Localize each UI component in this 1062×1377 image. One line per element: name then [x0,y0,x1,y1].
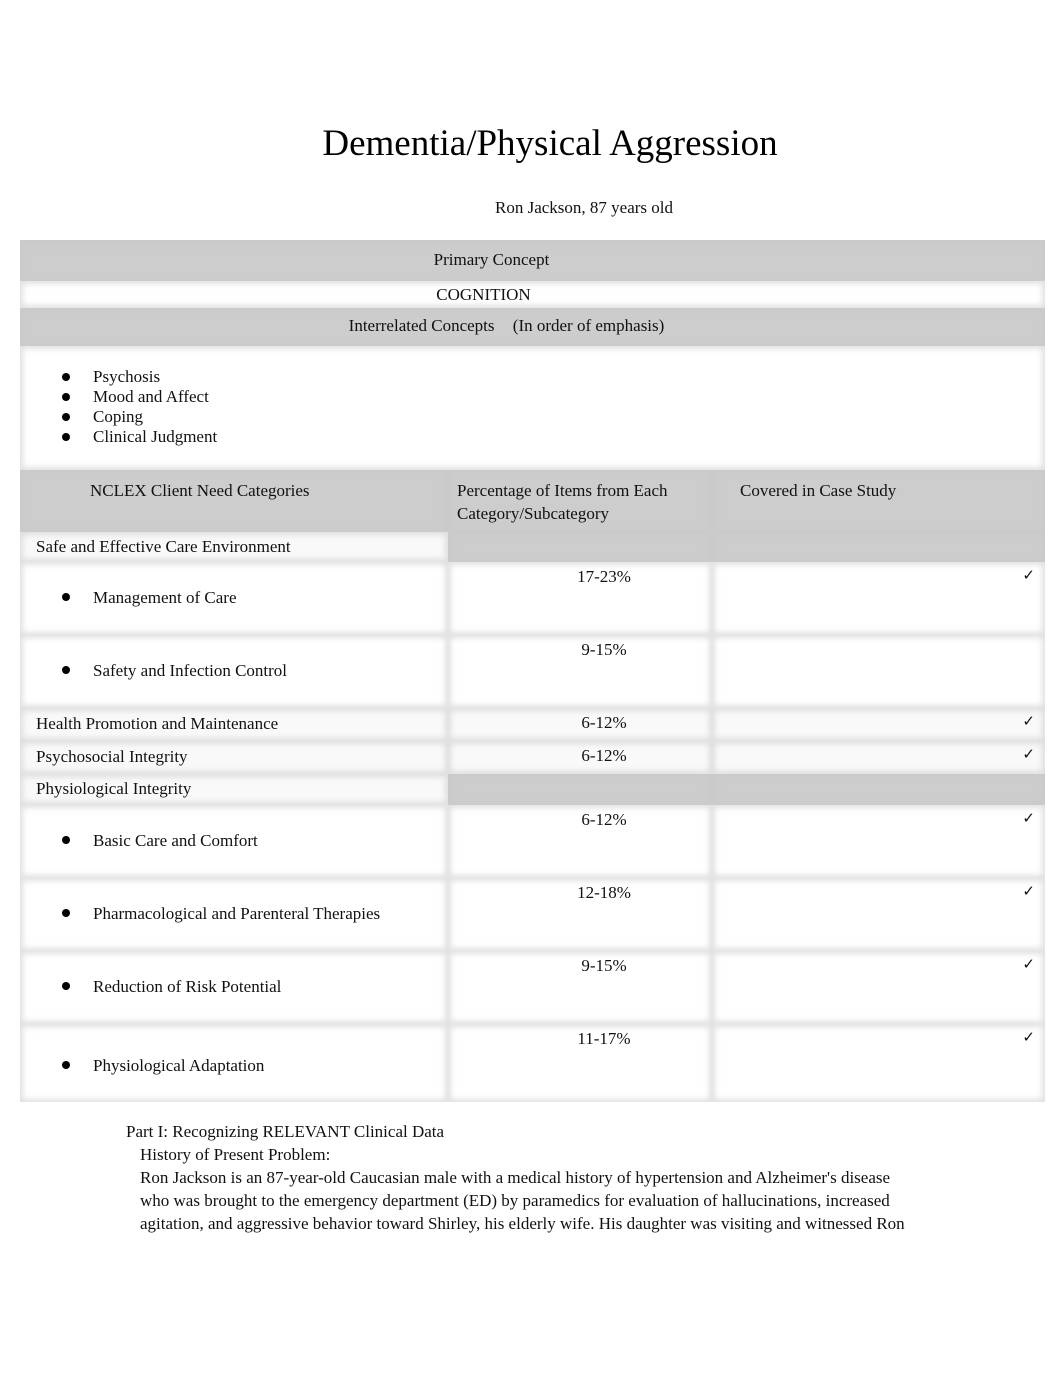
nclex-percentage-value: 12-18% [577,883,631,902]
nclex-subcategory-label: Management of Care [93,588,237,607]
primary-concept-value-cell: COGNITION [20,281,1045,308]
nclex-category-label: Psychosocial Integrity [36,747,188,766]
nclex-subcategory-item: Management of Care [62,586,237,609]
nclex-header-covered: Covered in Case Study [712,470,1045,532]
bullet-icon [62,982,70,990]
nclex-row-percentage-cell: 17-23% [448,562,712,635]
part1-heading: Part I: Recognizing RELEVANT Clinical Da… [126,1122,445,1141]
checkmark-icon: ✓ [1022,1030,1035,1046]
checkmark-icon: ✓ [1022,747,1035,763]
nclex-row-covered-cell: ✓ [712,741,1045,774]
nclex-category-label: Physiological Integrity [36,779,192,798]
nclex-row-covered-cell [712,635,1045,708]
nclex-subcategory-item: Pharmacological and Parenteral Therapies [62,902,380,925]
nclex-row-percentage-cell: 12-18% [448,878,712,951]
nclex-percentage-value: 6-12% [581,810,627,829]
interrelated-concepts-list-cell: Psychosis Mood and Affect Coping Clinica… [20,346,1045,470]
part1-paragraph-line: agitation, and aggressive behavior towar… [140,1214,905,1233]
nclex-row-covered-cell: ✓ [712,805,1045,878]
nclex-percentage-value: 17-23% [577,567,631,586]
primary-concept-value: COGNITION [436,285,531,304]
interrelated-concepts-list: Psychosis Mood and Affect Coping Clinica… [20,367,1045,447]
list-item: Psychosis [20,367,1045,387]
checkmark-icon: ✓ [1022,714,1035,730]
nclex-row-covered-cell: ✓ [712,878,1045,951]
part1-subheading: History of Present Problem: [140,1145,331,1164]
nclex-percentage-value: 6-12% [581,746,627,765]
nclex-row-percentage-cell [448,532,712,562]
nclex-row-label-cell: Health Promotion and Maintenance [20,708,448,741]
nclex-row-percentage-cell [448,774,712,805]
nclex-row-percentage-cell: 9-15% [448,635,712,708]
nclex-row-label-cell: Pharmacological and Parenteral Therapies [20,878,448,951]
checkmark-icon: ✓ [1022,884,1035,900]
nclex-header-percentage: Percentage of Items from Each Category/S… [448,470,712,532]
nclex-row-covered-cell [712,774,1045,805]
nclex-row-covered-cell: ✓ [712,562,1045,635]
primary-concept-label: Primary Concept [433,250,550,269]
nclex-row-percentage-cell: 11-17% [448,1024,712,1102]
nclex-row-percentage-cell: 9-15% [448,951,712,1024]
list-item: Mood and Affect [20,387,1045,407]
nclex-row-percentage-cell: 6-12% [448,805,712,878]
nclex-row-label-cell: Physiological Integrity [20,774,448,805]
primary-concept-header: Primary Concept [20,240,1045,281]
nclex-category-label: Health Promotion and Maintenance [36,714,279,733]
nclex-row-covered-cell [712,532,1045,562]
interrelated-concepts-header: Interrelated Concepts (In order of empha… [20,308,1045,346]
nclex-row-label-cell: Reduction of Risk Potential [20,951,448,1024]
nclex-header-category: NCLEX Client Need Categories [20,470,448,532]
nclex-subcategory-label: Physiological Adaptation [93,1056,265,1075]
nclex-percentage-value: 9-15% [581,956,627,975]
interrelated-concepts-label: Interrelated Concepts [348,316,495,335]
nclex-row-covered-cell: ✓ [712,951,1045,1024]
nclex-percentage-value: 6-12% [581,713,627,732]
nclex-subcategory-item: Reduction of Risk Potential [62,975,281,998]
nclex-subcategory-label: Reduction of Risk Potential [93,977,282,996]
checkmark-icon: ✓ [1022,811,1035,827]
nclex-row-label-cell: Management of Care [20,562,448,635]
document-title: Dementia/Physical Aggression [322,123,778,164]
list-item: Coping [20,407,1045,427]
nclex-subcategory-label: Safety and Infection Control [93,661,288,680]
nclex-row-label-cell: Safe and Effective Care Environment [20,532,448,562]
list-item: Clinical Judgment [20,427,1045,447]
checkmark-icon: ✓ [1022,957,1035,973]
checkmark-icon: ✓ [1022,568,1035,584]
part1-paragraph-line: who was brought to the emergency departm… [140,1191,890,1210]
nclex-subcategory-item: Safety and Infection Control [62,659,287,682]
nclex-row-label-cell: Psychosocial Integrity [20,741,448,774]
nclex-row-label-cell: Physiological Adaptation [20,1024,448,1102]
nclex-row-label-cell: Safety and Infection Control [20,635,448,708]
nclex-category-label: Safe and Effective Care Environment [36,537,291,556]
bullet-icon [62,666,70,674]
nclex-row-covered-cell: ✓ [712,1024,1045,1102]
interrelated-concepts-note: (In order of emphasis) [512,316,665,335]
nclex-subcategory-item: Physiological Adaptation [62,1054,264,1077]
nclex-row-covered-cell: ✓ [712,708,1045,741]
patient-subtitle: Ron Jackson, 87 years old [494,198,673,217]
nclex-row-percentage-cell: 6-12% [448,741,712,774]
bullet-icon [62,433,70,441]
nclex-subcategory-label: Pharmacological and Parenteral Therapies [93,904,381,923]
bullet-icon [62,413,70,421]
nclex-row-percentage-cell: 6-12% [448,708,712,741]
bullet-icon [62,1061,70,1069]
bullet-icon [62,373,70,381]
nclex-row-label-cell: Basic Care and Comfort [20,805,448,878]
bullet-icon [62,836,70,844]
bullet-icon [62,393,70,401]
concept-table: Primary Concept COGNITION Interrelated C… [20,240,1045,1102]
nclex-percentage-value: 11-17% [577,1029,631,1048]
nclex-subcategory-label: Basic Care and Comfort [93,831,258,850]
bullet-icon [62,593,70,601]
bullet-icon [62,909,70,917]
nclex-percentage-value: 9-15% [581,640,627,659]
nclex-subcategory-item: Basic Care and Comfort [62,829,258,852]
part1-paragraph-line: Ron Jackson is an 87-year-old Caucasian … [140,1168,891,1187]
